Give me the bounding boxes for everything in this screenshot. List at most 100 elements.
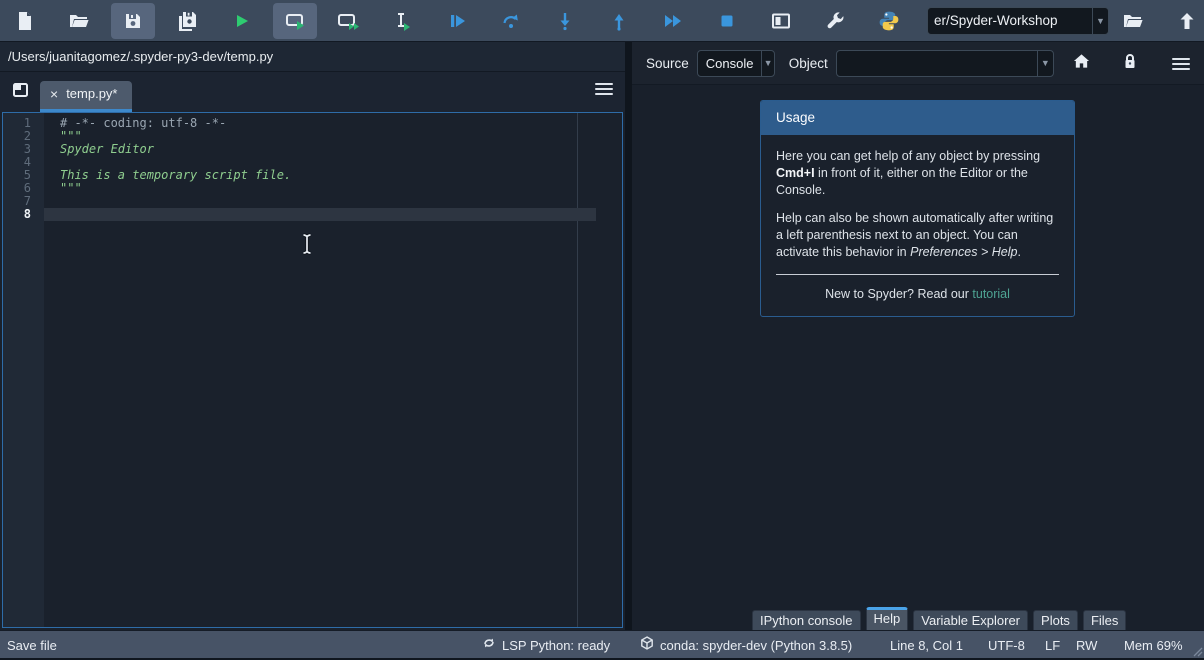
preferences-button[interactable]: [813, 3, 857, 39]
line-number: 8: [3, 208, 44, 221]
code-text: This is a temporary script file.: [44, 169, 596, 182]
run-cell-and-advance-button[interactable]: [327, 3, 371, 39]
run-selection-icon: [393, 11, 413, 31]
run-selection-button[interactable]: [381, 3, 425, 39]
usage-paragraph-1: Here you can get help of any object by p…: [776, 148, 1059, 198]
help-options-menu-icon[interactable]: [1172, 55, 1190, 71]
help-toolbar: Source Console ▼ Object ▼: [632, 42, 1204, 85]
usage-paragraph-2: Help can also be shown automatically aft…: [776, 210, 1059, 260]
lsp-icon: [482, 632, 496, 659]
run-cell-button[interactable]: [273, 3, 317, 39]
tab-ipython-console[interactable]: IPython console: [752, 610, 861, 630]
browse-tabs-button[interactable]: [10, 81, 32, 103]
lock-icon: [1123, 53, 1137, 74]
code-text: # -*- coding: utf-8 -*-: [44, 117, 596, 130]
usage-footer: New to Spyder? Read our tutorial: [776, 286, 1059, 305]
folder-icon: [1122, 11, 1144, 31]
step-into-button[interactable]: [543, 3, 587, 39]
tab-temp-py[interactable]: × temp.py*: [40, 81, 132, 112]
code-text: Spyder Editor: [44, 143, 596, 156]
working-directory-combobox[interactable]: er/Spyder-Workshop ▼: [927, 7, 1109, 35]
run-cell-advance-icon: [337, 11, 361, 31]
conda-environment: conda: spyder-dev (Python 3.8.5): [640, 631, 852, 659]
lsp-status: LSP Python: ready: [482, 631, 610, 659]
source-combobox[interactable]: Console ▼: [697, 50, 775, 77]
debug-file-button[interactable]: [435, 3, 479, 39]
eol-indicator: LF: [1045, 631, 1060, 659]
maximize-pane-button[interactable]: [759, 3, 803, 39]
code-editor[interactable]: 1# -*- coding: utf-8 -*-2"""3Spyder Edit…: [2, 112, 623, 628]
tutorial-link[interactable]: tutorial: [972, 287, 1010, 301]
code-text: [44, 195, 596, 208]
tab-files[interactable]: Files: [1083, 610, 1126, 630]
fast-forward-icon: [662, 11, 684, 31]
stop-icon: [717, 11, 737, 31]
tab-help[interactable]: Help: [866, 607, 909, 630]
close-tab-icon[interactable]: ×: [50, 87, 58, 101]
step-into-icon: [555, 11, 575, 31]
lock-button[interactable]: [1120, 53, 1140, 73]
permissions-indicator: RW: [1076, 631, 1097, 659]
help-content: Usage Here you can get help of any objec…: [632, 85, 1204, 630]
divider: [776, 274, 1059, 275]
resize-grip[interactable]: [1191, 645, 1203, 657]
file-path-bar: /Users/juanitagomez/.spyder-py3-dev/temp…: [0, 42, 625, 72]
help-tabs: IPython consoleHelpVariable ExplorerPlot…: [632, 607, 1204, 630]
new-file-icon: [15, 11, 35, 31]
memory-indicator: Mem 69%: [1124, 631, 1183, 659]
chevron-down-icon[interactable]: ▼: [761, 51, 773, 76]
parent-directory-button[interactable]: [1165, 3, 1204, 39]
chevron-down-icon[interactable]: ▼: [1037, 51, 1053, 76]
continue-execution-button[interactable]: [651, 3, 695, 39]
package-cube-icon: [640, 632, 654, 659]
run-cell-icon: [284, 11, 306, 31]
code-text: """: [44, 182, 596, 195]
maximize-pane-icon: [770, 11, 792, 31]
spyder-window: er/Spyder-Workshop ▼ /Users/juanitagomez…: [0, 0, 1204, 658]
run-file-button[interactable]: [219, 3, 263, 39]
home-button[interactable]: [1072, 53, 1092, 73]
open-folder-icon: [68, 11, 90, 31]
step-over-button[interactable]: [489, 3, 533, 39]
save-file-button[interactable]: [111, 3, 155, 39]
usage-card: Usage Here you can get help of any objec…: [760, 100, 1075, 317]
code-line[interactable]: 1# -*- coding: utf-8 -*-: [3, 117, 622, 130]
chevron-down-icon[interactable]: ▼: [1092, 8, 1108, 34]
save-all-icon: [176, 11, 198, 31]
tab-label: temp.py*: [66, 86, 117, 101]
status-message: Save file: [7, 631, 57, 659]
code-line[interactable]: 7: [3, 195, 622, 208]
tab-plots[interactable]: Plots: [1033, 610, 1078, 630]
tab-variable-explorer[interactable]: Variable Explorer: [913, 610, 1028, 630]
python-environment-button[interactable]: [867, 3, 911, 39]
object-label: Object: [789, 56, 828, 71]
home-icon: [1073, 53, 1090, 74]
open-file-button[interactable]: [57, 3, 101, 39]
python-logo-icon: [878, 10, 900, 32]
main-toolbar: er/Spyder-Workshop ▼: [0, 0, 1204, 42]
source-label: Source: [646, 56, 689, 71]
step-return-button[interactable]: [597, 3, 641, 39]
code-line[interactable]: 6""": [3, 182, 622, 195]
stop-button[interactable]: [705, 3, 749, 39]
debug-icon: [447, 11, 467, 31]
text-cursor-pointer: [299, 232, 315, 261]
help-pane: Source Console ▼ Object ▼: [632, 42, 1204, 630]
encoding-indicator: UTF-8: [988, 631, 1025, 659]
new-file-button[interactable]: [3, 3, 47, 39]
object-combobox[interactable]: ▼: [836, 50, 1054, 77]
save-all-button[interactable]: [165, 3, 209, 39]
editor-pane: /Users/juanitagomez/.spyder-py3-dev/temp…: [0, 42, 625, 630]
step-return-icon: [609, 11, 629, 31]
editor-tab-bar: × temp.py*: [0, 72, 625, 112]
pane-splitter[interactable]: [625, 42, 632, 630]
editor-options-menu-icon[interactable]: [595, 80, 613, 96]
code-line[interactable]: 8: [3, 208, 622, 221]
save-icon: [123, 11, 143, 31]
status-bar: Save file LSP Python: ready conda: spyde…: [0, 630, 1204, 658]
browse-working-directory-button[interactable]: [1111, 3, 1155, 39]
working-directory-value: er/Spyder-Workshop: [928, 13, 1092, 28]
code-line[interactable]: 3Spyder Editor: [3, 143, 622, 156]
code-line[interactable]: 5This is a temporary script file.: [3, 169, 622, 182]
code-text: [44, 208, 596, 221]
